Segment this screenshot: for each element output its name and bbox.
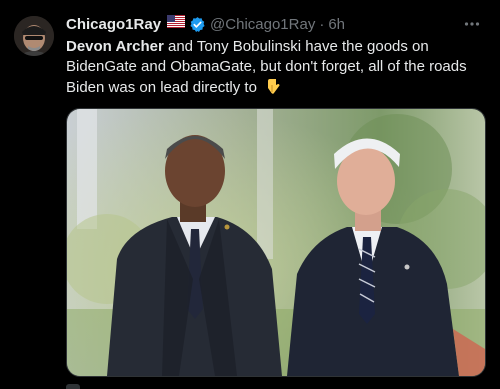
us-flag-icon — [167, 15, 186, 33]
tweet-text: Devon Archer and Tony Bobulinski have th… — [66, 37, 486, 101]
reply-icon[interactable] — [66, 384, 80, 389]
separator-dot: · — [319, 15, 325, 33]
tweet-photo[interactable] — [66, 108, 486, 377]
tweet[interactable]: Chicago1Ray @Chicago1Ray · 6h Devon Arch… — [0, 0, 500, 389]
pointing-down-hand-icon — [264, 77, 282, 101]
verified-badge-icon[interactable] — [189, 16, 206, 33]
tweet-header: Chicago1Ray @Chicago1Ray · 6h — [66, 14, 345, 34]
author-name[interactable]: Chicago1Ray — [66, 16, 161, 33]
avatar[interactable] — [14, 16, 54, 56]
author-handle[interactable]: @Chicago1Ray — [210, 16, 315, 33]
mention-devon-archer[interactable]: Devon Archer — [66, 38, 164, 55]
more-options-icon[interactable] — [462, 14, 482, 34]
timestamp[interactable]: 6h — [328, 16, 345, 33]
